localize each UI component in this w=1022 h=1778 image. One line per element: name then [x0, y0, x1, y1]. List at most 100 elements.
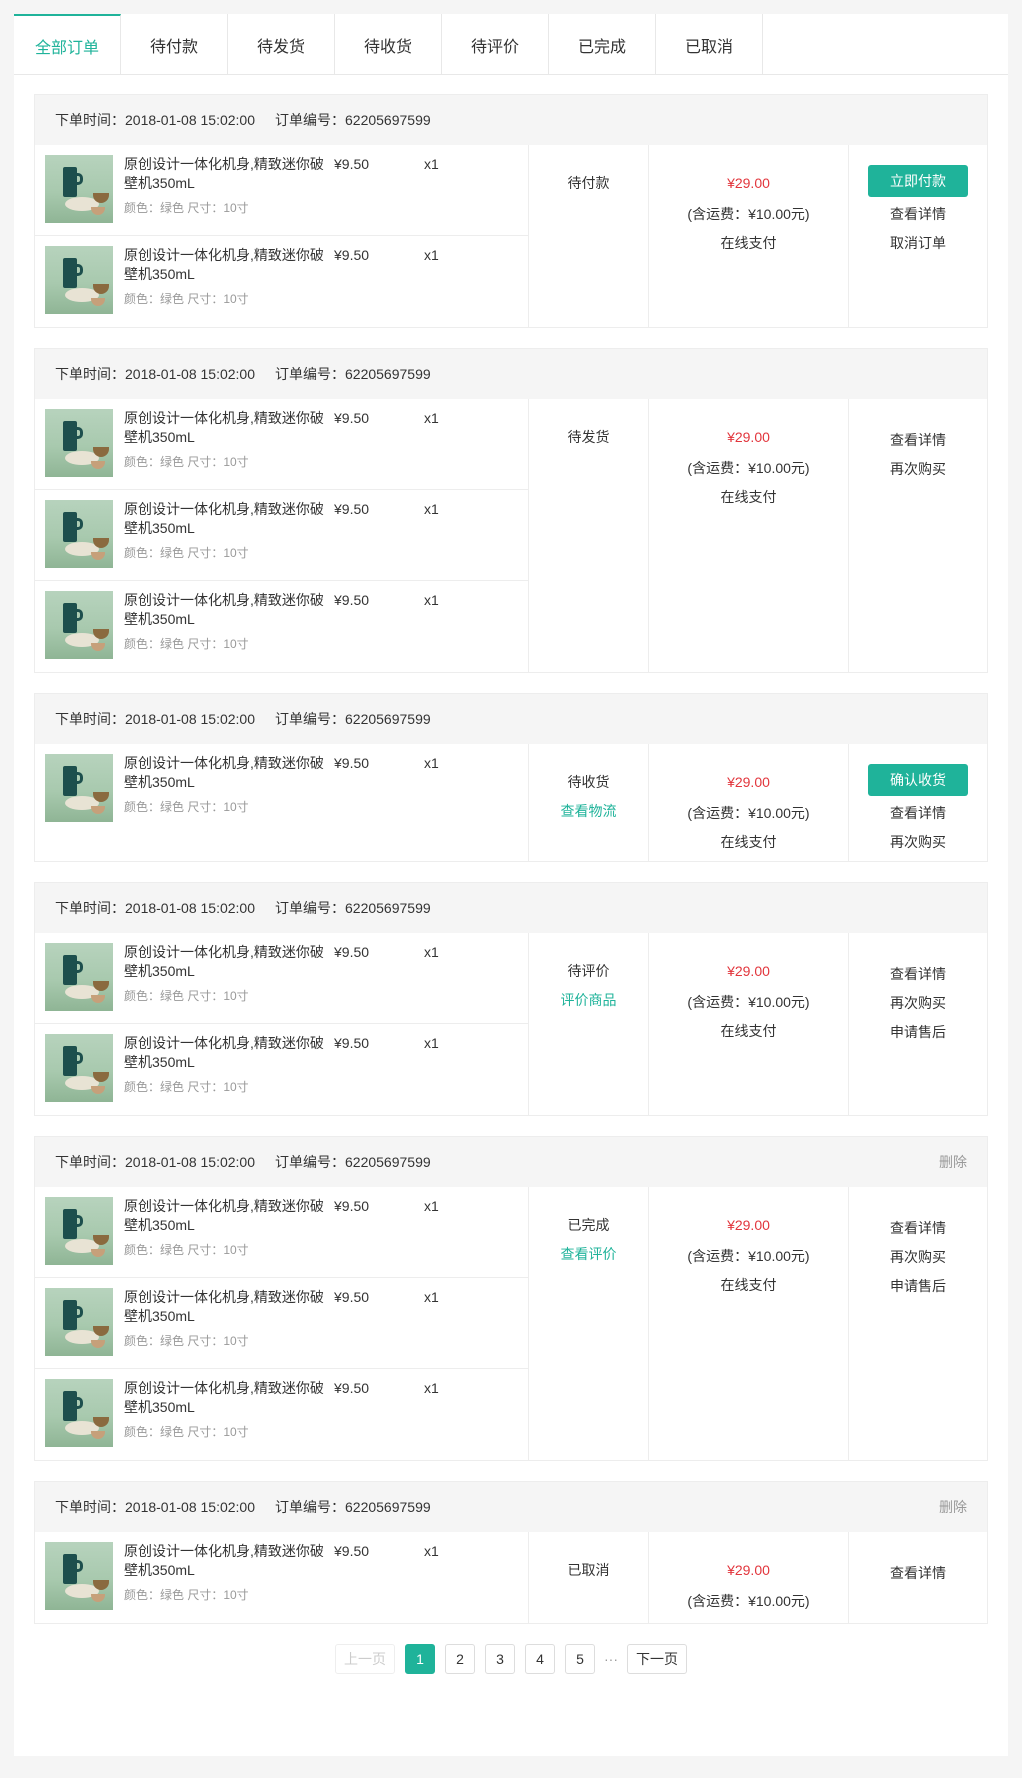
product-name[interactable]: 原创设计一体化机身,精致迷你破壁机350mL — [124, 246, 334, 284]
tab-4[interactable]: 待评价 — [442, 14, 549, 75]
unit-price: ¥9.50 — [334, 1289, 370, 1305]
product-image[interactable] — [45, 591, 113, 659]
order-action-link[interactable]: 查看详情 — [849, 203, 987, 232]
unit-price: ¥9.50 — [334, 755, 370, 771]
order-item: 原创设计一体化机身,精致迷你破壁机350mL 颜色：绿色 尺寸：10寸 ¥9.50 x… — [35, 236, 528, 327]
tab-1[interactable]: 待付款 — [121, 14, 228, 75]
delete-order-button[interactable]: 删除 — [939, 1152, 967, 1172]
product-spec: 颜色：绿色 尺寸：10寸 — [124, 1425, 249, 1439]
product-spec: 颜色：绿色 尺寸：10寸 — [124, 800, 249, 814]
product-name[interactable]: 原创设计一体化机身,精致迷你破壁机350mL — [124, 500, 334, 538]
order-actions: 立即付款查看详情 取消订单 — [849, 145, 987, 327]
product-image[interactable] — [45, 1034, 113, 1102]
status-link[interactable]: 查看评价 — [529, 1244, 648, 1264]
product-name[interactable]: 原创设计一体化机身,精致迷你破壁机350mL — [124, 409, 334, 447]
quantity: x1 — [424, 755, 439, 771]
order-total: ¥29.00 — [727, 1217, 770, 1233]
confirm-receipt-button[interactable]: 确认收货 — [868, 764, 968, 796]
order-time: 下单时间：2018-01-08 15:02:00 — [55, 366, 255, 382]
tab-5[interactable]: 已完成 — [549, 14, 656, 75]
quantity: x1 — [424, 592, 439, 608]
page-4-button[interactable]: 4 — [525, 1644, 555, 1674]
next-page-button[interactable]: 下一页 — [627, 1644, 687, 1674]
product-spec: 颜色：绿色 尺寸：10寸 — [124, 455, 249, 469]
payment-method: 在线支付 — [720, 1277, 777, 1293]
unit-price: ¥9.50 — [334, 1198, 370, 1214]
product-name[interactable]: 原创设计一体化机身,精致迷你破壁机350mL — [124, 1034, 334, 1072]
page-5-button[interactable]: 5 — [565, 1644, 595, 1674]
product-name[interactable]: 原创设计一体化机身,精致迷你破壁机350mL — [124, 155, 334, 193]
order-items: 原创设计一体化机身,精致迷你破壁机350mL 颜色：绿色 尺寸：10寸 ¥9.50 x… — [35, 399, 529, 672]
unit-price: ¥9.50 — [334, 156, 370, 172]
product-image[interactable] — [45, 155, 113, 223]
order-action-link[interactable]: 查看详情 — [849, 429, 987, 458]
product-image[interactable] — [45, 1288, 113, 1356]
product-name[interactable]: 原创设计一体化机身,精致迷你破壁机350mL — [124, 1379, 334, 1417]
quantity: x1 — [424, 410, 439, 426]
order-action-link[interactable]: 再次购买 — [849, 1246, 987, 1275]
product-image[interactable] — [45, 1197, 113, 1265]
product-name[interactable]: 原创设计一体化机身,精致迷你破壁机350mL — [124, 1288, 334, 1326]
order-number: 订单编号：62205697599 — [275, 1499, 431, 1515]
order-card: 下单时间：2018-01-08 15:02:00 订单编号：62205697599… — [34, 348, 988, 673]
prev-page-button[interactable]: 上一页 — [335, 1644, 395, 1674]
order-status-cell: 待付款 — [529, 145, 649, 327]
order-items: 原创设计一体化机身,精致迷你破壁机350mL 颜色：绿色 尺寸：10寸 ¥9.50 x… — [35, 1187, 529, 1460]
order-total: ¥29.00 — [727, 963, 770, 979]
product-name[interactable]: 原创设计一体化机身,精致迷你破壁机350mL — [124, 1197, 334, 1235]
order-number: 订单编号：62205697599 — [275, 1154, 431, 1170]
product-image[interactable] — [45, 500, 113, 568]
status-link[interactable]: 评价商品 — [529, 990, 648, 1010]
status-link[interactable]: 查看物流 — [529, 801, 648, 821]
order-action-link[interactable]: 查看详情 — [849, 963, 987, 992]
order-item: 原创设计一体化机身,精致迷你破壁机350mL 颜色：绿色 尺寸：10寸 ¥9.50 x… — [35, 399, 528, 490]
payment-method: 在线支付 — [720, 235, 777, 251]
product-image[interactable] — [45, 1542, 113, 1610]
product-image[interactable] — [45, 246, 113, 314]
product-name[interactable]: 原创设计一体化机身,精致迷你破壁机350mL — [124, 943, 334, 981]
order-action-link[interactable]: 查看详情 — [849, 1562, 987, 1591]
product-image[interactable] — [45, 754, 113, 822]
pay-now-button[interactable]: 立即付款 — [868, 165, 968, 197]
product-spec: 颜色：绿色 尺寸：10寸 — [124, 201, 249, 215]
order-action-link[interactable]: 查看详情 — [849, 802, 987, 831]
order-total-cell: ¥29.00 (含运费：¥10.00元) 在线支付 — [649, 1187, 849, 1460]
page-2-button[interactable]: 2 — [445, 1644, 475, 1674]
order-total-cell: ¥29.00 (含运费：¥10.00元) 在线支付 — [649, 744, 849, 861]
product-name[interactable]: 原创设计一体化机身,精致迷你破壁机350mL — [124, 1542, 334, 1580]
product-info: 原创设计一体化机身,精致迷你破壁机350mL 颜色：绿色 尺寸：10寸 — [124, 1379, 334, 1450]
product-spec: 颜色：绿色 尺寸：10寸 — [124, 1243, 249, 1257]
product-name[interactable]: 原创设计一体化机身,精致迷你破壁机350mL — [124, 754, 334, 792]
order-action-link[interactable]: 再次购买 — [849, 992, 987, 1021]
tab-0[interactable]: 全部订单 — [14, 14, 121, 75]
order-item: 原创设计一体化机身,精致迷你破壁机350mL 颜色：绿色 尺寸：10寸 ¥9.50 x… — [35, 1369, 528, 1460]
product-image[interactable] — [45, 943, 113, 1011]
order-action-link[interactable]: 取消订单 — [849, 232, 987, 261]
order-action-link[interactable]: 查看详情 — [849, 1217, 987, 1246]
order-header: 下单时间：2018-01-08 15:02:00 订单编号：62205697599… — [35, 1482, 987, 1532]
order-action-link[interactable]: 申请售后 — [849, 1021, 987, 1050]
order-header: 下单时间：2018-01-08 15:02:00 订单编号：62205697599 — [35, 349, 987, 399]
product-image[interactable] — [45, 1379, 113, 1447]
order-action-link[interactable]: 再次购买 — [849, 458, 987, 487]
product-info: 原创设计一体化机身,精致迷你破壁机350mL 颜色：绿色 尺寸：10寸 — [124, 754, 334, 825]
product-image[interactable] — [45, 409, 113, 477]
order-number: 订单编号：62205697599 — [275, 366, 431, 382]
order-header: 下单时间：2018-01-08 15:02:00 订单编号：62205697599 — [35, 95, 987, 145]
tab-2[interactable]: 待发货 — [228, 14, 335, 75]
payment-method: 在线支付 — [720, 489, 777, 505]
delete-order-button[interactable]: 删除 — [939, 1497, 967, 1517]
tab-6[interactable]: 已取消 — [656, 14, 763, 75]
page-1-button[interactable]: 1 — [405, 1644, 435, 1674]
product-info: 原创设计一体化机身,精致迷你破壁机350mL 颜色：绿色 尺寸：10寸 — [124, 500, 334, 570]
page-3-button[interactable]: 3 — [485, 1644, 515, 1674]
order-header: 下单时间：2018-01-08 15:02:00 订单编号：62205697599 — [35, 694, 987, 744]
order-action-link[interactable]: 再次购买 — [849, 831, 987, 860]
product-name[interactable]: 原创设计一体化机身,精致迷你破壁机350mL — [124, 591, 334, 629]
tab-3[interactable]: 待收货 — [335, 14, 442, 75]
order-action-link[interactable]: 申请售后 — [849, 1275, 987, 1304]
order-total: ¥29.00 — [727, 175, 770, 191]
quantity: x1 — [424, 1380, 439, 1396]
order-header: 下单时间：2018-01-08 15:02:00 订单编号：62205697599… — [35, 1137, 987, 1187]
pagination: 上一页 1 2 3 4 5 ··· 下一页 — [14, 1644, 1008, 1674]
